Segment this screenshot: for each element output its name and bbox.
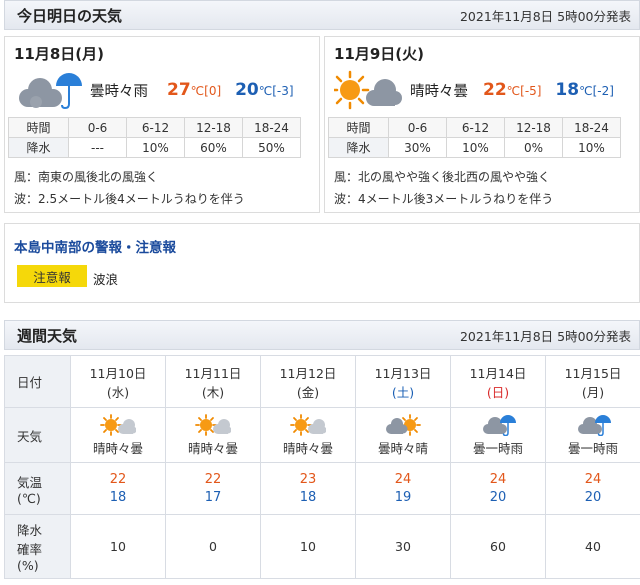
day-panel-tomorrow: 11月9日(火) 晴時々曇 22℃[-5] 18℃[-2] 時間 0-6 6-1… [324, 36, 640, 213]
warning-title[interactable]: 本島中南部の警報・注意報 [14, 236, 176, 256]
rain-value-cell: 50% [242, 137, 301, 158]
weekly-label-rain: 降水 確率 (%) [4, 514, 71, 579]
day-date: 11月9日(火) [334, 45, 425, 63]
weekly-rain-cell: 0 [165, 514, 261, 579]
day-temps: 22℃[-5] 18℃[-2] [483, 80, 614, 100]
weekly-weather-text: 曇一時雨 [472, 440, 523, 456]
rain-header-cell: 12-18 [504, 117, 563, 138]
weekly-rain-cell: 10 [70, 514, 166, 579]
weekly-rain-row: 降水 確率 (%) 10 0 10 30 60 40 [4, 514, 640, 579]
weekly-label-temp: 気温 (℃) [4, 462, 71, 515]
high-temp: 22℃[-5] [483, 80, 542, 100]
rain-header-cell: 6-12 [446, 117, 505, 138]
today-title: 今日明日の天気 [17, 6, 123, 25]
sun-cloud-icon [195, 413, 231, 436]
warning-badge: 注意報 [17, 265, 87, 287]
weekly-weather-cell: 曇一時雨 [450, 407, 546, 463]
rain-value-cell: 10% [126, 137, 185, 158]
weekly-rain-cell: 60 [450, 514, 546, 579]
weekly-table: 日付 11月10日 (水) 11月11日 (木) 11月12日 (金) 11月13日(… [4, 355, 640, 579]
today-header: 今日明日の天気 2021年11月8日 5時00分発表 [4, 0, 640, 30]
weekly-header: 週間天気 2021年11月8日 5時00分発表 [4, 320, 640, 350]
weekly-weather-cell: 晴時々曇 [165, 407, 261, 463]
weekly-temp-cell: 24 20 [450, 462, 546, 515]
cloud-rain-icon [483, 414, 516, 436]
weekly-title: 週間天気 [17, 326, 78, 345]
cloud-rain-icon [578, 414, 611, 436]
wind-text: 風：北の風やや強く後北西の風やや強く [334, 170, 551, 184]
rain-value-cell: 60% [184, 137, 243, 158]
weekly-label-date: 日付 [4, 355, 71, 408]
weekly-rain-cell: 10 [260, 514, 356, 579]
high-temp: 27℃[0] [167, 80, 222, 100]
day-date: 11月8日(月) [14, 45, 105, 63]
wind-text: 風：南東の風後北の風強く [14, 170, 159, 184]
rain-value-cell: 0% [504, 137, 563, 158]
weekly-date-cell: 11月13日 (土) [355, 355, 451, 408]
weekly-date-cell: 11月11日 (木) [165, 355, 261, 408]
low-temp: 20℃[-3] [235, 80, 294, 100]
weekly-date-cell: 11月12日 (金) [260, 355, 356, 408]
cloud-sun-icon [386, 413, 421, 436]
weekly-rain-cell: 40 [545, 514, 640, 579]
warning-text: 波浪 [93, 272, 119, 287]
rain-label-cell: 降水 [328, 137, 389, 158]
low-temp: 18℃[-2] [555, 80, 614, 100]
weekly-temp-cell: 23 18 [260, 462, 356, 515]
weekly-date-row: 日付 11月10日 (水) 11月11日 (木) 11月12日 (金) 11月13日(… [4, 355, 640, 408]
weekly-temp-cell: 24 20 [545, 462, 640, 515]
cloud-rain-icon [19, 73, 82, 110]
weekly-weather-cell: 曇一時雨 [545, 407, 640, 463]
rain-header-cell: 0-6 [68, 117, 127, 138]
weekly-weather-text: 晴時々曇 [282, 440, 333, 456]
day-temps: 27℃[0] 20℃[-3] [167, 80, 294, 100]
wave-text: 波：2.5メートル後4メートルうねりを伴う [14, 192, 245, 206]
weekly-temp-cell: 22 17 [165, 462, 261, 515]
rain-header-cell: 時間 [8, 117, 69, 138]
weekly-temp-row: 気温 (℃) 22 18 22 17 23 18 24 19 24 20 24 20 [4, 462, 640, 515]
sun-cloud-icon [334, 70, 402, 110]
weekly-weather-cell: 曇時々晴 [355, 407, 451, 463]
sun-cloud-icon [100, 413, 136, 436]
weekly-temp-cell: 22 18 [70, 462, 166, 515]
weekly-weather-text: 晴時々曇 [187, 440, 238, 456]
rain-header-cell: 0-6 [388, 117, 447, 138]
rain-header-cell: 18-24 [562, 117, 621, 138]
weekly-published: 2021年11月8日 5時00分発表 [459, 328, 631, 344]
rain-value-cell: 10% [446, 137, 505, 158]
weekly-weather-cell: 晴時々曇 [70, 407, 166, 463]
rain-label-cell: 降水 [8, 137, 69, 158]
warning-box: 本島中南部の警報・注意報 注意報 波浪 [4, 223, 640, 303]
today-published: 2021年11月8日 5時00分発表 [459, 8, 631, 24]
weekly-date-cell: 11月14日 (日) [450, 355, 546, 408]
weekly-weather-text: 曇時々晴 [377, 440, 428, 456]
weekly-label-weather: 天気 [4, 407, 71, 463]
rain-header-cell: 12-18 [184, 117, 243, 138]
sun-cloud-icon [290, 413, 326, 436]
rain-value-cell: 10% [562, 137, 621, 158]
rain-value-cell: 30% [388, 137, 447, 158]
weekly-weather-text: 曇一時雨 [567, 440, 618, 456]
weekly-temp-cell: 24 19 [355, 462, 451, 515]
weekly-date-cell: 11月10日 (水) [70, 355, 166, 408]
rain-header-cell: 時間 [328, 117, 389, 138]
day-panel-today: 11月8日(月) 曇時々雨 27℃[0] 20℃[-3] 時間 0-6 6-12… [4, 36, 320, 213]
weekly-date-cell: 11月15日 (月) [545, 355, 640, 408]
rain-value-cell: --- [68, 137, 127, 158]
weekly-weather-row: 天気 晴時々曇 晴時々曇 晴時々曇 曇時々晴 曇一時雨 曇一時雨 [4, 407, 640, 463]
rain-table: 時間 0-6 6-12 12-18 18-24 降水 --- 10% 60% 5… [8, 117, 301, 158]
weekly-weather-text: 晴時々曇 [92, 440, 143, 456]
weekly-weather-cell: 晴時々曇 [260, 407, 356, 463]
wave-text: 波：4メートル後3メートルうねりを伴う [334, 192, 554, 206]
rain-header-cell: 6-12 [126, 117, 185, 138]
weekly-rain-cell: 30 [355, 514, 451, 579]
day-weather-text: 晴時々曇 [410, 84, 468, 100]
day-weather-text: 曇時々雨 [90, 84, 148, 100]
rain-table: 時間 0-6 6-12 12-18 18-24 降水 30% 10% 0% 10… [328, 117, 621, 158]
rain-header-cell: 18-24 [242, 117, 301, 138]
